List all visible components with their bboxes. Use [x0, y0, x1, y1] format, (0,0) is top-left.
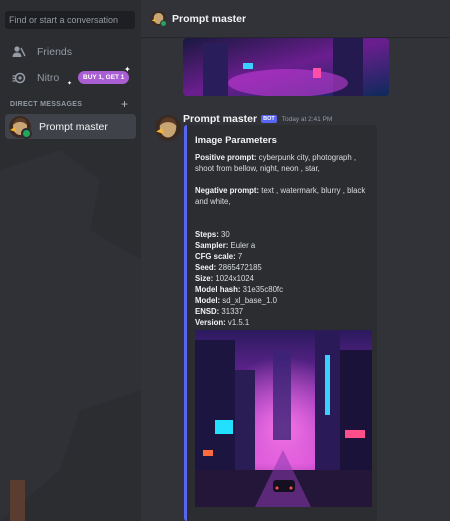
search-input[interactable]: Find or start a conversation	[5, 11, 135, 29]
sidebar-item-friends[interactable]: Friends	[5, 40, 136, 64]
message-author[interactable]: Prompt master	[183, 113, 257, 125]
online-status-icon	[160, 20, 167, 27]
param-label: Model hash:	[195, 285, 241, 294]
param-row: CFG scale: 7	[195, 251, 373, 262]
page-title: Prompt master	[172, 12, 247, 25]
negative-prompt-label: Negative prompt:	[195, 186, 260, 195]
bot-tag-badge: BOT	[261, 115, 277, 123]
background-decoration	[0, 150, 141, 521]
param-label: CFG scale:	[195, 252, 236, 261]
message-embed: Image Parameters Positive prompt: cyberp…	[184, 125, 377, 521]
param-label: Steps:	[195, 230, 219, 239]
param-value: 31337	[219, 307, 244, 316]
plus-icon[interactable]: +	[121, 97, 128, 111]
embed-title: Image Parameters	[195, 135, 277, 146]
positive-prompt: Positive prompt: cyberpunk city, photogr…	[195, 152, 373, 174]
param-value: 30	[218, 230, 230, 239]
previous-image-attachment[interactable]	[183, 38, 389, 96]
nitro-promo-badge[interactable]: BUY 1, GET 1	[78, 71, 130, 84]
channel-header: Prompt master	[141, 0, 450, 38]
avatar	[151, 11, 167, 27]
friends-icon	[11, 44, 27, 60]
sparkle-icon: ✦	[67, 81, 73, 87]
param-label: Version:	[195, 318, 226, 327]
message-timestamp: Today at 2:41 PM	[281, 115, 333, 123]
param-value: 31e35c80fc	[240, 285, 283, 294]
online-status-icon	[21, 127, 32, 139]
param-label: ENSD:	[195, 307, 220, 316]
dm-sidebar: Find or start a conversation Friends Nit…	[0, 0, 141, 521]
param-value: Euler a	[228, 241, 256, 250]
dm-item-prompt-master[interactable]: Prompt master	[5, 114, 136, 139]
param-value: v1.5.1	[225, 318, 250, 327]
app-root: Find or start a conversation Friends Nit…	[0, 0, 450, 521]
embed-description: Positive prompt: cyberpunk city, photogr…	[195, 152, 373, 328]
sidebar-item-nitro[interactable]: Nitro BUY 1, GET 1 ✦ ✦	[5, 65, 136, 90]
chat-main: Prompt master Prompt master BOT Today at…	[141, 0, 450, 521]
embed-image[interactable]	[195, 330, 372, 507]
param-value: 1024x1024	[213, 274, 254, 283]
message-header: Prompt master BOT Today at 2:41 PM	[183, 113, 332, 125]
avatar[interactable]	[155, 115, 181, 141]
param-value: 7	[235, 252, 243, 261]
sidebar-item-label: Nitro	[37, 72, 60, 84]
sparkle-icon: ✦	[124, 65, 131, 74]
param-row: Seed: 2865472185	[195, 262, 373, 273]
param-row: Sampler: Euler a	[195, 240, 373, 251]
dm-item-label: Prompt master	[39, 120, 108, 133]
negative-prompt: Negative prompt: text , watermark, blurr…	[195, 185, 373, 207]
param-label: Seed:	[195, 263, 217, 272]
param-label: Model:	[195, 296, 221, 305]
param-row: ENSD: 31337	[195, 306, 373, 317]
param-row: Model hash: 31e35c80fc	[195, 284, 373, 295]
dm-section-header: DIRECT MESSAGES	[10, 101, 83, 108]
param-value: 2865472185	[216, 263, 262, 272]
param-label: Sampler:	[195, 241, 229, 250]
nitro-icon	[11, 70, 27, 86]
positive-prompt-label: Positive prompt:	[195, 153, 257, 162]
avatar	[9, 115, 32, 139]
param-row: Steps: 30	[195, 229, 373, 240]
param-value: sd_xl_base_1.0	[220, 296, 277, 305]
param-row: Model: sd_xl_base_1.0	[195, 295, 373, 306]
sidebar-item-label: Friends	[37, 46, 73, 58]
param-row: Version: v1.5.1	[195, 317, 373, 328]
param-label: Size:	[195, 274, 214, 283]
param-row: Size: 1024x1024	[195, 273, 373, 284]
